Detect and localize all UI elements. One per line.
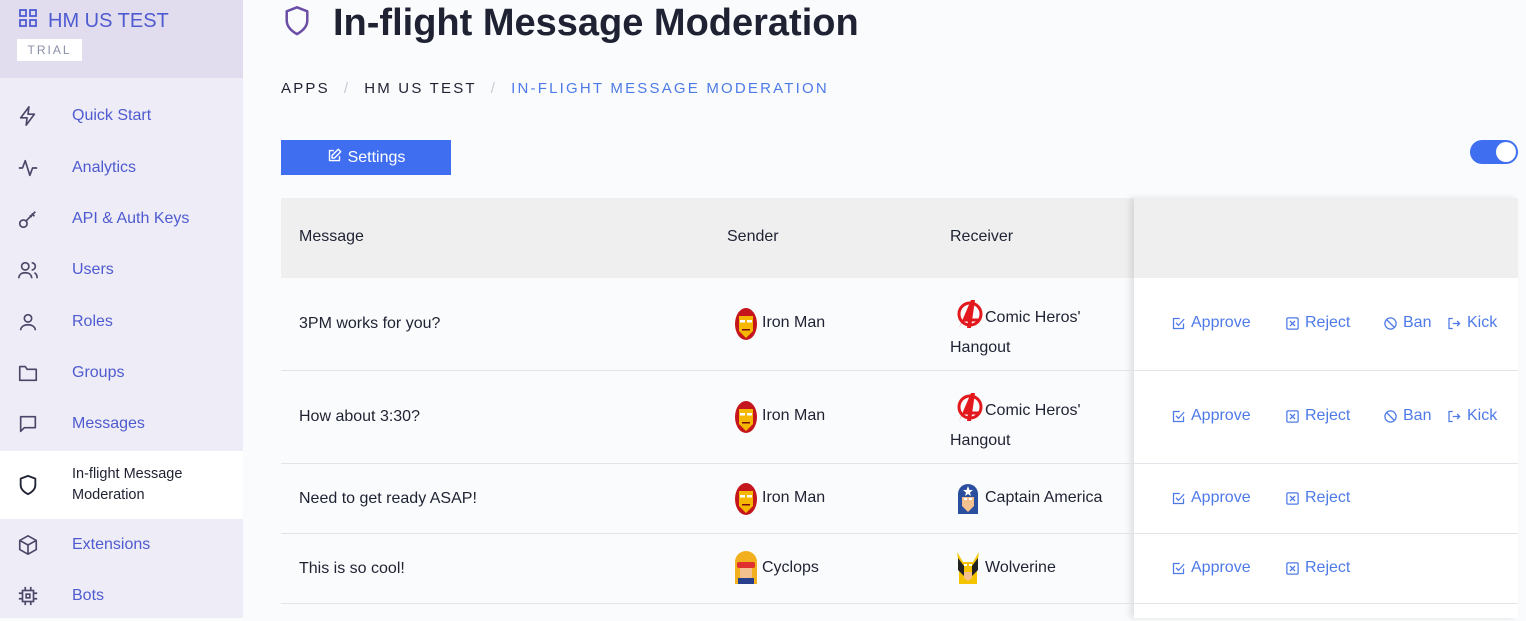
breadcrumb-current: IN-FLIGHT MESSAGE MODERATION — [511, 80, 829, 97]
sidebar-item-analytics[interactable]: Analytics — [0, 142, 243, 193]
sender-name: Cyclops — [762, 559, 819, 576]
settings-label: Settings — [347, 148, 406, 166]
moderation-table: Message Sender Receiver 3PM works for yo… — [281, 198, 1518, 618]
table-row: 3PM works for you? Iron Man Comic Heros'… — [281, 278, 1518, 371]
sidebar-item-label: Extensions — [72, 535, 151, 553]
sidebar-item-in-flight-moderation[interactable]: In-flight Message Moderation — [0, 451, 243, 519]
app-header: HM US TEST TRIAL — [0, 0, 243, 78]
message-icon — [17, 413, 39, 435]
breadcrumb-app[interactable]: HM US TEST — [364, 80, 477, 97]
message-text: How about 3:30? — [299, 408, 420, 425]
key-icon — [17, 208, 39, 230]
sidebar-item-groups[interactable]: Groups — [0, 347, 243, 398]
message-text: Need to get ready ASAP! — [299, 490, 477, 507]
sidebar-item-label: Roles — [72, 312, 113, 330]
wolverine-avatar — [955, 550, 981, 586]
sidebar-item-roles[interactable]: Roles — [0, 296, 243, 347]
breadcrumb: APPS / HM US TEST / IN-FLIGHT MESSAGE MO… — [281, 80, 829, 97]
settings-button[interactable]: Settings — [281, 140, 451, 175]
folder-icon — [17, 362, 39, 384]
app-name: HM US TEST — [48, 9, 169, 32]
ban-button[interactable]: Ban — [1383, 314, 1431, 332]
sidebar: HM US TEST TRIAL Quick Start Analytics A… — [0, 0, 243, 618]
users-icon — [17, 259, 39, 281]
reject-button[interactable]: Reject — [1285, 407, 1350, 425]
table-row: Need to get ready ASAP! Iron Man Captain… — [281, 464, 1518, 534]
kick-button[interactable]: Kick — [1446, 314, 1497, 332]
sidebar-item-label: In-flight Message Moderation — [72, 466, 183, 503]
sender-name: Iron Man — [762, 314, 826, 331]
page-header: In-flight Message Moderation — [283, 2, 859, 45]
header-receiver: Receiver — [950, 228, 1014, 245]
reject-button[interactable]: Reject — [1285, 489, 1350, 507]
activity-icon — [17, 157, 39, 179]
sidebar-item-label: API & Auth Keys — [72, 209, 190, 227]
captain-america-avatar — [955, 480, 981, 516]
app-switcher[interactable]: HM US TEST — [18, 8, 169, 34]
approve-button[interactable]: Approve — [1171, 559, 1251, 577]
chip-icon — [17, 585, 39, 607]
main-content: In-flight Message Moderation APPS / HM U… — [243, 0, 1526, 618]
kick-button[interactable]: Kick — [1446, 407, 1497, 425]
sender-name: Iron Man — [762, 407, 826, 424]
sidebar-item-api-keys[interactable]: API & Auth Keys — [0, 193, 243, 244]
header-message: Message — [299, 228, 364, 245]
sidebar-item-users[interactable]: Users — [0, 244, 243, 295]
receiver-name: Comic Heros' Hangout — [950, 402, 1081, 449]
iron-man-avatar — [734, 482, 760, 518]
table-row: This is so cool! Cyclops Wolverine Appro… — [281, 534, 1518, 604]
sidebar-item-extensions[interactable]: Extensions — [0, 519, 243, 570]
header-sender: Sender — [727, 228, 779, 245]
iron-man-avatar — [734, 400, 760, 436]
receiver-name: Wolverine — [985, 559, 1056, 576]
sidebar-item-quick-start[interactable]: Quick Start — [0, 90, 243, 141]
lightning-icon — [17, 105, 39, 127]
receiver-name: Captain America — [985, 489, 1103, 506]
sidebar-item-label: Analytics — [72, 158, 137, 176]
grid-icon — [18, 8, 38, 34]
moderation-toggle[interactable] — [1470, 140, 1518, 164]
trial-badge: TRIAL — [17, 39, 82, 61]
toggle-knob — [1496, 142, 1516, 162]
breadcrumb-separator: / — [490, 80, 498, 97]
message-text: 3PM works for you? — [299, 315, 441, 332]
breadcrumb-separator: / — [343, 80, 351, 97]
table-row: How about 3:30? Iron Man Comic Heros' Ha… — [281, 371, 1518, 464]
iron-man-avatar — [734, 307, 760, 343]
breadcrumb-apps[interactable]: APPS — [281, 80, 330, 97]
reject-button[interactable]: Reject — [1285, 559, 1350, 577]
shield-icon — [283, 5, 311, 42]
sidebar-item-label: Groups — [72, 363, 125, 381]
page-title: In-flight Message Moderation — [333, 2, 859, 44]
approve-button[interactable]: Approve — [1171, 489, 1251, 507]
sidebar-item-label: Bots — [72, 586, 105, 604]
user-icon — [17, 311, 39, 333]
approve-button[interactable]: Approve — [1171, 407, 1251, 425]
sender-name: Iron Man — [762, 489, 826, 506]
message-text: This is so cool! — [299, 560, 405, 577]
ban-button[interactable]: Ban — [1383, 407, 1431, 425]
sidebar-item-label: Quick Start — [72, 106, 152, 124]
receiver-name: Comic Heros' Hangout — [950, 309, 1081, 356]
approve-button[interactable]: Approve — [1171, 314, 1251, 332]
reject-button[interactable]: Reject — [1285, 314, 1350, 332]
edit-icon — [327, 148, 342, 168]
shield-icon — [17, 474, 39, 496]
cube-icon — [17, 534, 39, 556]
sidebar-item-messages[interactable]: Messages — [0, 398, 243, 449]
sidebar-item-label: Users — [72, 260, 114, 278]
cyclops-avatar — [733, 550, 759, 586]
sidebar-item-label: Messages — [72, 414, 145, 432]
sidebar-item-bots[interactable]: Bots — [0, 570, 243, 621]
